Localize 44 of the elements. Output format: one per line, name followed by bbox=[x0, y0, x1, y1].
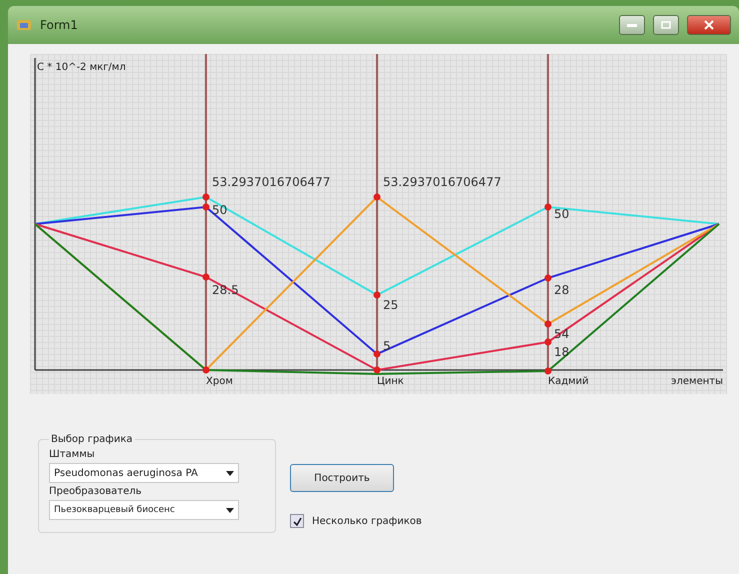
caret-icon bbox=[226, 470, 234, 476]
data-point bbox=[544, 368, 552, 374]
window-title: Form1 bbox=[40, 18, 79, 32]
data-label: 53.2937016706477 bbox=[212, 175, 330, 189]
checkbox[interactable] bbox=[290, 514, 304, 528]
x-axis-title: элементы bbox=[671, 376, 723, 387]
data-point bbox=[544, 274, 552, 282]
close-button[interactable] bbox=[687, 15, 731, 35]
close-icon bbox=[704, 20, 714, 30]
field-label: Штаммы bbox=[49, 449, 96, 460]
data-point bbox=[202, 274, 210, 280]
data-point bbox=[202, 366, 210, 374]
data-point bbox=[544, 204, 552, 210]
data-point bbox=[544, 320, 552, 328]
minimize-button[interactable] bbox=[619, 15, 645, 35]
data-point bbox=[374, 350, 380, 358]
maximize-button[interactable] bbox=[653, 15, 679, 35]
field-label: Преобразователь bbox=[49, 486, 142, 497]
data-label: 53.2937016706477 bbox=[383, 175, 502, 189]
data-point bbox=[374, 366, 380, 374]
data-point bbox=[202, 194, 210, 200]
check-icon bbox=[292, 516, 302, 526]
data-point bbox=[544, 338, 552, 346]
app-icon bbox=[16, 18, 32, 32]
data-point bbox=[374, 194, 380, 200]
caret-icon bbox=[226, 508, 234, 512]
y-axis-title: C * 10^-2 мкг/мл bbox=[37, 62, 126, 73]
strain-dropdown[interactable]: Pseudomonas aeruginosa PA bbox=[49, 463, 239, 483]
category-label: Кадмий bbox=[548, 376, 589, 387]
data-label: 25 bbox=[383, 298, 398, 312]
data-point bbox=[374, 292, 380, 298]
category-label: Цинк bbox=[377, 376, 404, 387]
minimize-icon bbox=[627, 24, 637, 26]
build-button[interactable]: Построить bbox=[290, 464, 394, 492]
group-title: Выбор графика bbox=[50, 434, 134, 445]
data-label: 50 bbox=[554, 207, 570, 221]
data-label: 28 bbox=[554, 283, 570, 297]
converter-dropdown[interactable]: Пьезокварцевый биосенс bbox=[49, 500, 239, 520]
data-label: 18 bbox=[554, 345, 570, 359]
data-label: 50 bbox=[212, 203, 228, 217]
checkbox-label: Несколько графиков bbox=[312, 516, 422, 526]
data-point bbox=[202, 204, 210, 210]
maximize-icon bbox=[661, 21, 671, 29]
category-label: Хром bbox=[206, 376, 233, 387]
